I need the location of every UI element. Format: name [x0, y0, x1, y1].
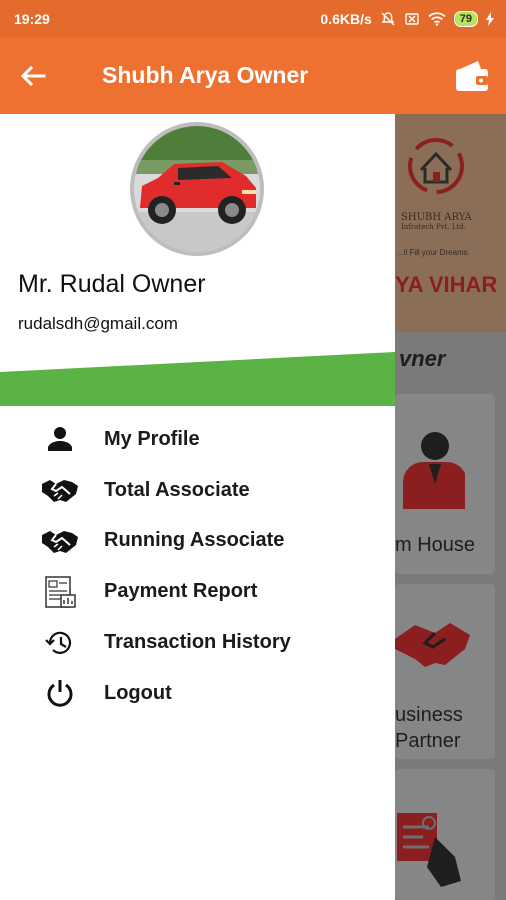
- car-image: [134, 126, 260, 252]
- charging-icon: [486, 11, 494, 26]
- menu-label: Running Associate: [104, 529, 285, 552]
- user-name: Mr. Rudal Owner: [18, 270, 206, 298]
- menu-label: Payment Report: [104, 580, 258, 603]
- wifi-icon: [428, 11, 446, 26]
- back-button[interactable]: [0, 37, 66, 114]
- dream-house-card[interactable]: m House: [395, 394, 495, 574]
- company-name-line: SHUBH ARYA: [401, 212, 472, 223]
- section-title: vner: [399, 346, 446, 371]
- card-label-partner: Partner: [395, 730, 461, 752]
- report-icon: [40, 572, 80, 612]
- history-icon: [40, 623, 80, 663]
- arrow-left-icon: [20, 65, 46, 86]
- app-bar: Shubh Arya Owner: [0, 37, 506, 114]
- menu-label: My Profile: [104, 427, 200, 450]
- mute-bell-icon: [381, 11, 395, 25]
- card-label-house: m House: [395, 534, 476, 556]
- no-sim-icon: [405, 12, 419, 25]
- person-icon: [40, 419, 80, 459]
- business-partner-card[interactable]: usiness Partner: [395, 584, 495, 759]
- wallet-button[interactable]: [454, 59, 490, 93]
- background-page: SHUBH ARYA Infratech Pvt. Ltd. ...ll Fil…: [395, 114, 506, 900]
- menu-label: Logout: [104, 681, 172, 704]
- menu-item-running-associate[interactable]: Running Associate: [0, 516, 395, 567]
- menu-item-transaction-history[interactable]: Transaction History: [0, 617, 395, 668]
- network-speed: 0.6KB/s: [320, 10, 372, 27]
- card-label-business: usiness: [395, 704, 463, 726]
- menu-item-payment-report[interactable]: Payment Report: [0, 566, 395, 617]
- menu-item-total-associate[interactable]: Total Associate: [0, 465, 395, 516]
- company-name: SHUBH ARYA Infratech Pvt. Ltd.: [401, 212, 501, 231]
- payment-card[interactable]: [395, 769, 495, 900]
- status-icons: 0.6KB/s 79: [320, 10, 494, 27]
- app-title: Shubh Arya Owner: [102, 62, 309, 88]
- status-bar: 19:29 0.6KB/s 79: [0, 0, 506, 37]
- handshake-icon: [395, 623, 470, 667]
- battery-level: 79: [459, 12, 472, 25]
- wallet-icon: [456, 61, 488, 91]
- menu-label: Total Associate: [104, 478, 250, 501]
- menu-item-my-profile[interactable]: My Profile: [0, 414, 395, 465]
- people-icon: [403, 432, 465, 509]
- company-sub-line: Infratech Pvt. Ltd.: [401, 223, 467, 231]
- handshake-icon: [40, 470, 80, 510]
- green-divider: [0, 352, 395, 406]
- status-time: 19:29: [14, 10, 50, 27]
- menu-item-logout[interactable]: Logout: [0, 668, 395, 719]
- handshake-icon: [40, 521, 80, 561]
- project-name: YA VIHAR: [395, 272, 498, 297]
- avatar[interactable]: [130, 122, 264, 256]
- company-tagline: ...ll Fill your Dreams.: [397, 248, 470, 257]
- power-icon: [40, 673, 80, 713]
- menu-label: Transaction History: [104, 631, 291, 654]
- user-email: rudalsdh@gmail.com: [18, 314, 178, 333]
- company-logo: [408, 138, 464, 194]
- battery-icon: 79: [453, 10, 478, 27]
- payment-hand-icon: [397, 813, 461, 887]
- drawer-menu: My Profile Total Associate Running Assoc…: [0, 414, 395, 719]
- navigation-drawer: Mr. Rudal Owner rudalsdh@gmail.com My Pr…: [0, 114, 395, 900]
- project-banner: SHUBH ARYA Infratech Pvt. Ltd. ...ll Fil…: [395, 114, 506, 332]
